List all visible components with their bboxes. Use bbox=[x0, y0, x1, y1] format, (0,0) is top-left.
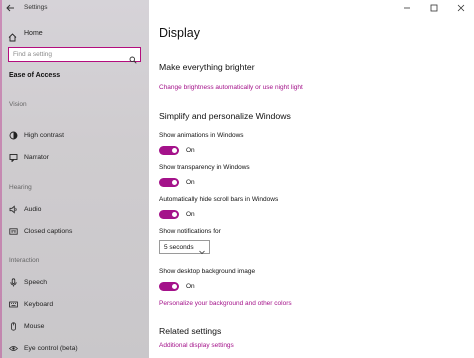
home-label: Home bbox=[24, 29, 43, 37]
sidebar-item-high-contrast[interactable]: High contrast bbox=[9, 129, 64, 141]
dropdown-value: 5 seconds bbox=[164, 243, 194, 251]
transparency-toggle[interactable] bbox=[159, 177, 179, 187]
related-heading: Related settings bbox=[159, 326, 222, 336]
sidebar-item-audio[interactable]: Audio bbox=[9, 203, 41, 215]
sidebar-item-label: Keyboard bbox=[24, 300, 54, 308]
sidebar-item-label: High contrast bbox=[24, 131, 65, 139]
narrator-icon bbox=[9, 153, 18, 162]
background-toggle[interactable] bbox=[159, 281, 179, 291]
sidebar-item-label: Eye control (beta) bbox=[24, 344, 78, 352]
background-label: Show desktop background image bbox=[159, 268, 256, 275]
toggle-state: On bbox=[186, 178, 195, 186]
sidebar-item-label: Speech bbox=[24, 278, 48, 286]
transparency-toggle-row: On bbox=[159, 177, 195, 187]
settings-window: Settings Home Ease of Access Vision High… bbox=[0, 0, 474, 358]
sidebar: Settings Home Ease of Access Vision High… bbox=[0, 0, 149, 358]
group-label-hearing: Hearing bbox=[9, 184, 32, 191]
scrollbars-label: Automatically hide scroll bars in Window… bbox=[159, 196, 279, 203]
chevron-down-icon bbox=[198, 243, 206, 255]
minimize-icon[interactable] bbox=[393, 0, 420, 15]
section-title: Ease of Access bbox=[9, 72, 61, 79]
transparency-label: Show transparency in Windows bbox=[159, 164, 250, 171]
close-icon[interactable] bbox=[447, 0, 474, 15]
content-pane: Display Make everything brighter Change … bbox=[149, 0, 474, 358]
sidebar-item-label: Narrator bbox=[24, 153, 49, 161]
back-arrow-icon[interactable] bbox=[0, 0, 20, 15]
group-label-vision: Vision bbox=[9, 101, 27, 108]
scrollbars-toggle-row: On bbox=[159, 209, 195, 219]
notifications-dropdown[interactable]: 5 seconds bbox=[159, 240, 210, 255]
animations-toggle-row: On bbox=[159, 145, 195, 155]
home-icon bbox=[8, 29, 17, 41]
group-label-interaction: Interaction bbox=[9, 257, 40, 264]
simplify-heading: Simplify and personalize Windows bbox=[159, 111, 291, 121]
background-toggle-row: On bbox=[159, 281, 195, 291]
contrast-icon bbox=[9, 131, 18, 140]
window-controls bbox=[393, 0, 474, 15]
keyboard-icon bbox=[9, 300, 18, 309]
app-title: Settings bbox=[24, 4, 48, 11]
toggle-state: On bbox=[186, 146, 195, 154]
mouse-icon bbox=[9, 321, 18, 331]
title-bar: Settings bbox=[0, 0, 149, 15]
sidebar-accent-strip bbox=[0, 0, 2, 358]
sidebar-item-eye-control[interactable]: Eye control (beta) bbox=[9, 342, 78, 354]
animations-label: Show animations in Windows bbox=[159, 132, 244, 139]
toggle-state: On bbox=[186, 282, 195, 290]
sidebar-item-keyboard[interactable]: Keyboard bbox=[9, 298, 53, 310]
captions-icon bbox=[9, 227, 18, 236]
search-input[interactable] bbox=[13, 51, 123, 58]
sidebar-item-label: Audio bbox=[24, 205, 42, 213]
microphone-icon bbox=[9, 277, 18, 287]
night-light-link[interactable]: Change brightness automatically or use n… bbox=[159, 84, 303, 91]
search-box[interactable] bbox=[8, 47, 141, 64]
sidebar-item-label: Closed captions bbox=[24, 227, 73, 235]
animations-toggle[interactable] bbox=[159, 145, 179, 155]
speaker-icon bbox=[9, 204, 18, 214]
home-nav-item[interactable]: Home bbox=[8, 27, 43, 41]
sidebar-item-narrator[interactable]: Narrator bbox=[9, 151, 49, 163]
additional-display-link[interactable]: Additional display settings bbox=[159, 342, 234, 349]
search-icon[interactable] bbox=[129, 51, 137, 64]
sidebar-item-mouse[interactable]: Mouse bbox=[9, 320, 44, 332]
scrollbars-toggle[interactable] bbox=[159, 209, 179, 219]
brighter-heading: Make everything brighter bbox=[159, 62, 255, 72]
page-title: Display bbox=[159, 26, 200, 40]
toggle-state: On bbox=[186, 210, 195, 218]
sidebar-item-speech[interactable]: Speech bbox=[9, 276, 47, 288]
notifications-label: Show notifications for bbox=[159, 228, 221, 235]
eye-icon bbox=[9, 344, 18, 353]
sidebar-item-label: Mouse bbox=[24, 322, 45, 330]
personalize-link[interactable]: Personalize your background and other co… bbox=[159, 300, 292, 307]
sidebar-item-closed-captions[interactable]: Closed captions bbox=[9, 225, 72, 237]
maximize-icon[interactable] bbox=[420, 0, 447, 15]
